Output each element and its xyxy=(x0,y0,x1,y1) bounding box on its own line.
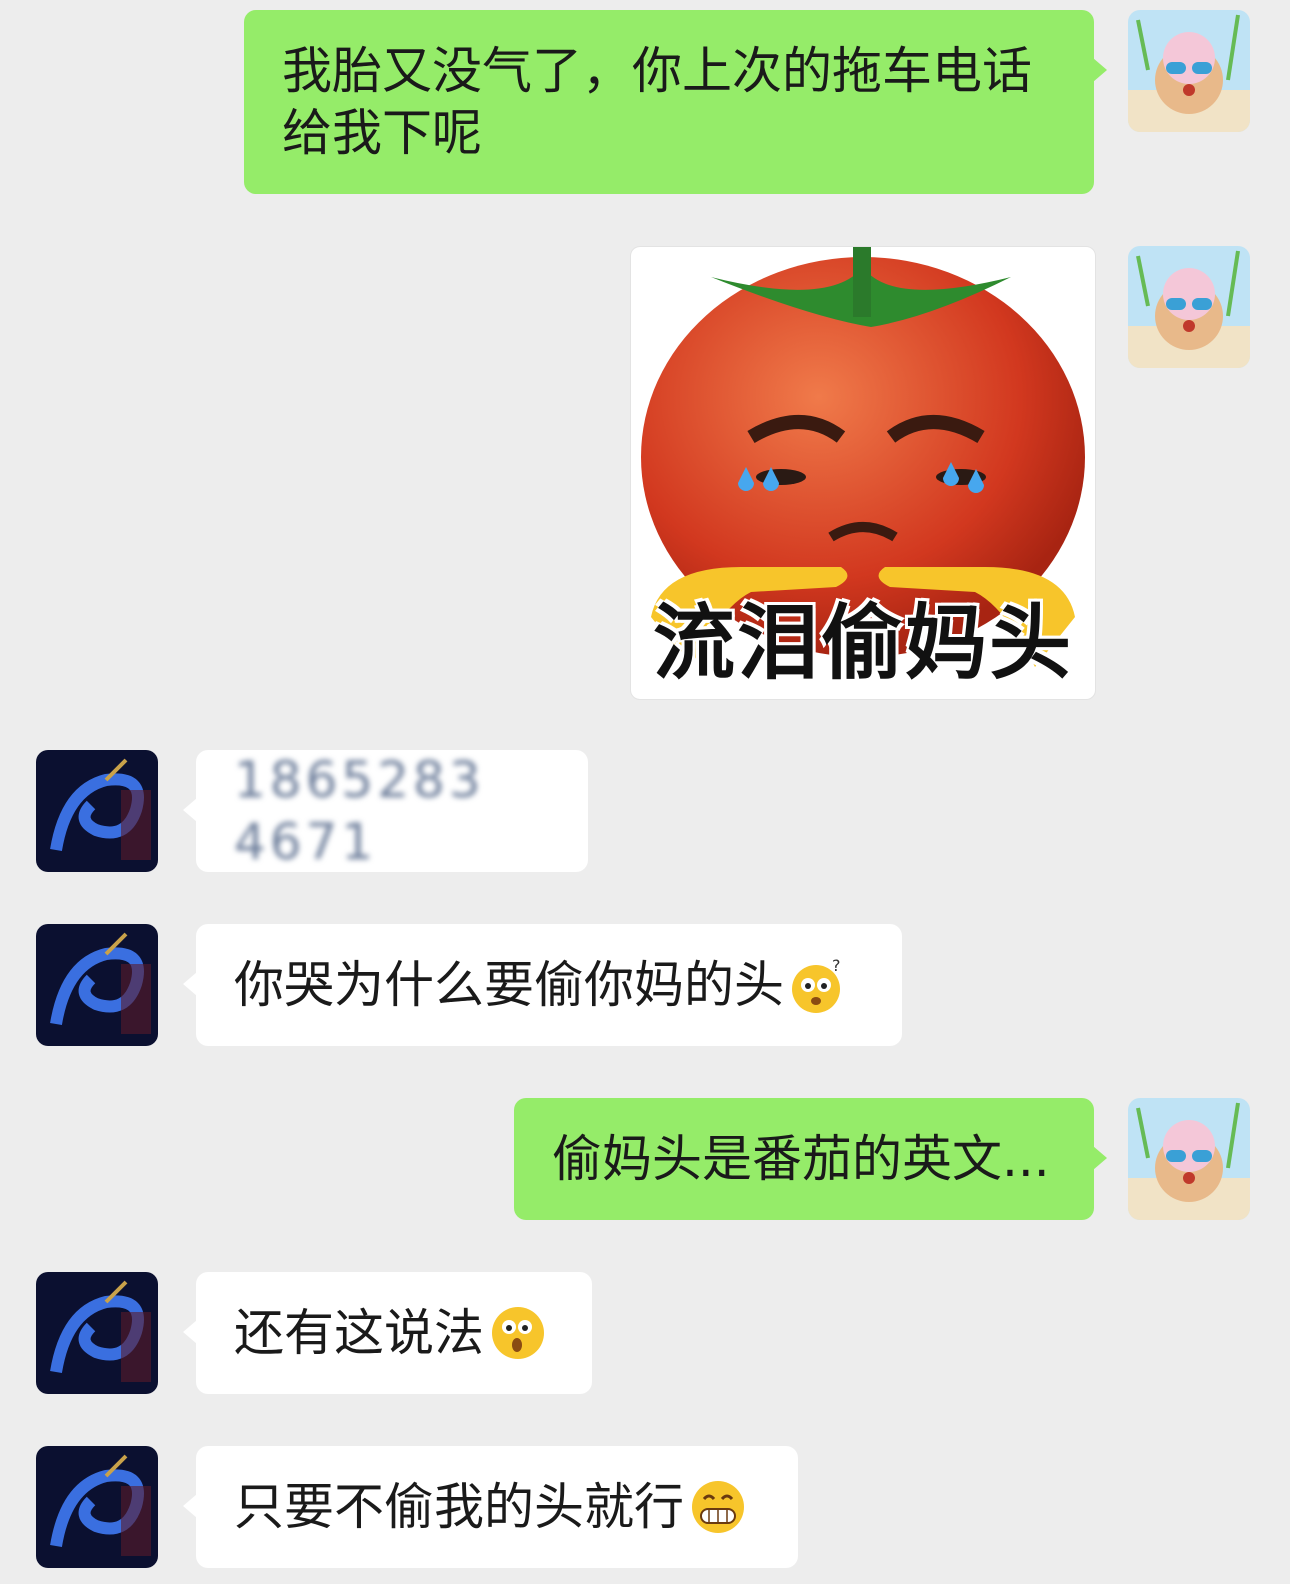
dragon-avatar-icon[interactable] xyxy=(36,750,158,872)
grinning-face-emoji xyxy=(692,1481,744,1533)
dragon-avatar-icon[interactable] xyxy=(36,1272,158,1394)
sticker-message[interactable]: 流泪偷妈头 xyxy=(630,246,1096,700)
message-text: 偷妈头是番茄的英文... xyxy=(552,1130,1050,1188)
message-text: 只要不偷我的头就行 xyxy=(234,1478,684,1536)
bear-avatar-icon[interactable] xyxy=(1128,1098,1250,1220)
sticker-caption: 流泪偷妈头 xyxy=(652,596,1073,691)
svg-text:?: ? xyxy=(832,956,841,975)
message-text: 你哭为什么要偷你妈的头 xyxy=(234,956,784,1014)
surprised-face-emoji xyxy=(492,1307,544,1359)
message-bubble-outgoing[interactable]: 偷妈头是番茄的英文... xyxy=(514,1098,1107,1220)
dragon-avatar-icon[interactable] xyxy=(36,924,158,1046)
bear-avatar-icon[interactable] xyxy=(1128,10,1250,132)
bear-avatar-icon[interactable] xyxy=(1128,246,1250,368)
confused-face-emoji: ? xyxy=(792,956,841,1013)
message-text: 还有这说法 xyxy=(234,1304,484,1362)
message-bubble-incoming[interactable]: 只要不偷我的头就行 xyxy=(183,1446,798,1568)
message-bubble-incoming[interactable]: 你哭为什么要偷你妈的头 ? xyxy=(183,924,902,1046)
dragon-avatar-icon[interactable] xyxy=(36,1446,158,1568)
message-bubble-incoming[interactable]: 1865283 4671 xyxy=(183,749,588,873)
phone-number-text[interactable]: 1865283 4671 xyxy=(234,749,550,873)
message-text: 我胎又没气了，你上次的拖车电话给我下呢 xyxy=(282,42,1032,162)
message-bubble-outgoing[interactable]: 我胎又没气了，你上次的拖车电话给我下呢 xyxy=(244,10,1107,194)
message-bubble-incoming[interactable]: 还有这说法 xyxy=(183,1272,592,1394)
